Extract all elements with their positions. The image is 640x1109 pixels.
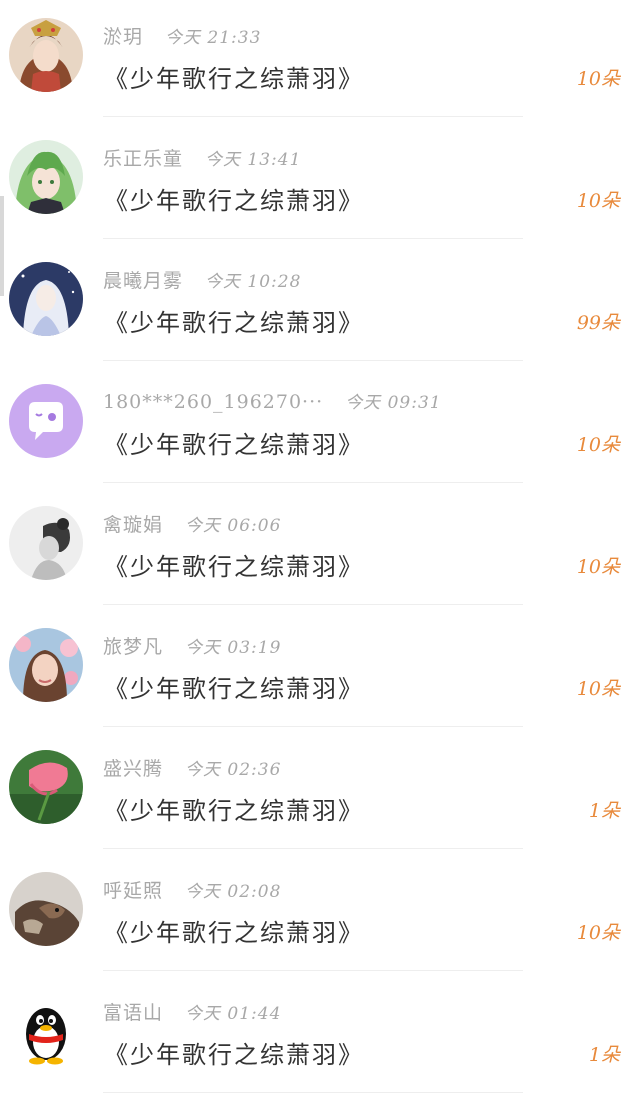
user-name: 乐正乐童 <box>103 148 184 170</box>
list-item[interactable]: 淤玥 今天 21:33 《少年歌行之综萧羽》 10朵 <box>0 0 640 122</box>
purple-chat-default-avatar-image <box>9 384 83 458</box>
dog-photo-avatar-image <box>9 872 83 946</box>
pink-flower-avatar-image <box>9 750 83 824</box>
grayscale-portrait-avatar-image <box>9 506 83 580</box>
user-name: 禽璇娟 <box>103 514 164 536</box>
gift-time: 今天 01:44 <box>185 1004 282 1024</box>
row-divider <box>103 970 523 971</box>
work-title: 《少年歌行之综萧羽》 <box>104 187 364 215</box>
item-meta: 淤玥 今天 21:33 <box>103 22 261 49</box>
avatar[interactable] <box>9 384 83 458</box>
avatar[interactable] <box>9 628 83 702</box>
user-name: 盛兴腾 <box>103 758 164 780</box>
avatar[interactable] <box>9 750 83 824</box>
item-meta: 禽璇娟 今天 06:06 <box>103 510 281 537</box>
row-divider <box>103 1092 523 1093</box>
row-divider <box>103 238 523 239</box>
gift-amount: 10朵 <box>576 434 620 456</box>
list-item[interactable]: 乐正乐童 今天 13:41 《少年歌行之综萧羽》 10朵 <box>0 122 640 244</box>
work-title: 《少年歌行之综萧羽》 <box>104 797 364 825</box>
item-meta: 180***260_196270··· 今天 09:31 <box>103 388 442 413</box>
gift-time: 今天 06:06 <box>185 516 282 536</box>
work-title: 《少年歌行之综萧羽》 <box>104 309 364 337</box>
gift-amount: 99朵 <box>576 312 620 334</box>
avatar[interactable] <box>9 262 83 336</box>
item-meta: 富语山 今天 01:44 <box>103 998 281 1025</box>
gift-time: 今天 02:36 <box>185 760 282 780</box>
gift-amount: 10朵 <box>576 678 620 700</box>
user-name: 旅梦凡 <box>103 636 164 658</box>
user-name: 晨曦月雾 <box>103 270 184 292</box>
list-item[interactable]: 呼延照 今天 02:08 《少年歌行之综萧羽》 10朵 <box>0 854 640 976</box>
avatar[interactable] <box>9 872 83 946</box>
list-item[interactable]: 禽璇娟 今天 06:06 《少年歌行之综萧羽》 10朵 <box>0 488 640 610</box>
item-meta: 晨曦月雾 今天 10:28 <box>103 266 301 293</box>
item-meta: 旅梦凡 今天 03:19 <box>103 632 281 659</box>
avatar[interactable] <box>9 994 83 1068</box>
row-divider <box>103 726 523 727</box>
work-title: 《少年歌行之综萧羽》 <box>104 553 364 581</box>
work-title: 《少年歌行之综萧羽》 <box>104 65 364 93</box>
user-name: 富语山 <box>103 1002 164 1024</box>
user-name: 180***260_196270··· <box>103 391 324 413</box>
green-hair-anime-avatar-image <box>9 140 83 214</box>
item-meta: 乐正乐童 今天 13:41 <box>103 144 301 171</box>
gift-record-list: 淤玥 今天 21:33 《少年歌行之综萧羽》 10朵 乐正乐童 今天 13:41 《… <box>0 0 640 1109</box>
list-item[interactable]: 180***260_196270··· 今天 09:31 《少年歌行之综萧羽》 1… <box>0 366 640 488</box>
row-divider <box>103 360 523 361</box>
list-item[interactable]: 晨曦月雾 今天 10:28 《少年歌行之综萧羽》 99朵 <box>0 244 640 366</box>
gift-amount: 1朵 <box>588 800 620 822</box>
list-item[interactable]: 旅梦凡 今天 03:19 《少年歌行之综萧羽》 10朵 <box>0 610 640 732</box>
gift-time: 今天 09:31 <box>345 393 442 413</box>
user-name: 淤玥 <box>103 26 144 48</box>
qq-penguin-avatar-image <box>9 994 83 1068</box>
gift-amount: 1朵 <box>588 1044 620 1066</box>
gift-time: 今天 13:41 <box>205 150 302 170</box>
anime-girl-headdress-avatar-image <box>9 18 83 92</box>
gift-time: 今天 03:19 <box>185 638 282 658</box>
item-meta: 盛兴腾 今天 02:36 <box>103 754 281 781</box>
work-title: 《少年歌行之综萧羽》 <box>104 919 364 947</box>
avatar[interactable] <box>9 18 83 92</box>
item-meta: 呼延照 今天 02:08 <box>103 876 281 903</box>
avatar[interactable] <box>9 140 83 214</box>
user-name: 呼延照 <box>103 880 164 902</box>
work-title: 《少年歌行之综萧羽》 <box>104 675 364 703</box>
row-divider <box>103 604 523 605</box>
white-hair-anime-avatar-image <box>9 262 83 336</box>
row-divider <box>103 116 523 117</box>
work-title: 《少年歌行之综萧羽》 <box>104 431 364 459</box>
gift-time: 今天 02:08 <box>185 882 282 902</box>
gift-time: 今天 10:28 <box>205 272 302 292</box>
gift-time: 今天 21:33 <box>165 28 262 48</box>
work-title: 《少年歌行之综萧羽》 <box>104 1041 364 1069</box>
gift-amount: 10朵 <box>576 922 620 944</box>
avatar[interactable] <box>9 506 83 580</box>
gift-amount: 10朵 <box>576 556 620 578</box>
gift-amount: 10朵 <box>576 190 620 212</box>
row-divider <box>103 482 523 483</box>
list-item[interactable]: 富语山 今天 01:44 《少年歌行之综萧羽》 1朵 <box>0 976 640 1098</box>
row-divider <box>103 848 523 849</box>
woman-flowers-avatar-image <box>9 628 83 702</box>
gift-amount: 10朵 <box>576 68 620 90</box>
list-item[interactable]: 盛兴腾 今天 02:36 《少年歌行之综萧羽》 1朵 <box>0 732 640 854</box>
